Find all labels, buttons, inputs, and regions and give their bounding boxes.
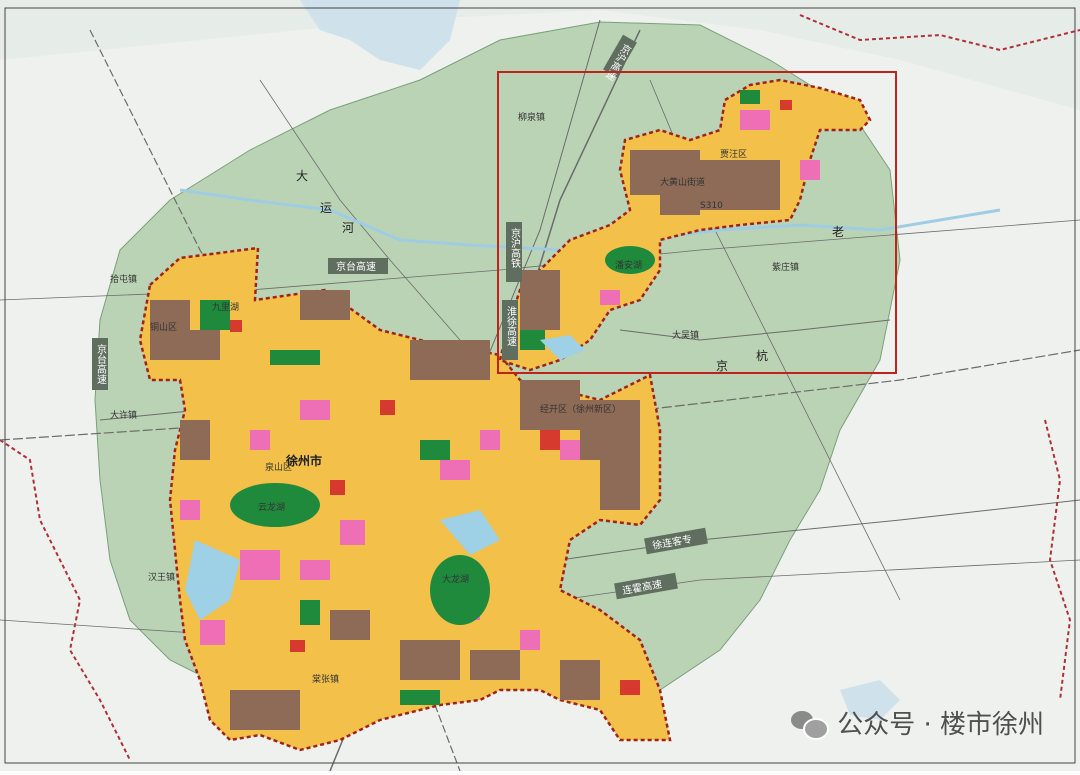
label-yunlong-lake: 云龙湖: [258, 501, 285, 513]
canal-char-2: 运: [320, 201, 332, 215]
label-tongshan: 铜山区: [150, 321, 177, 333]
map-canvas: 徐州市 云龙湖 大龙湖 潘安湖 九里湖 泉山区 铜山区 贾汪区 经开区（徐州新区…: [0, 0, 1080, 772]
label-kaifa: 经开区（徐州新区）: [540, 403, 621, 415]
badge-jingtai-h: 京台高速: [328, 258, 388, 274]
label-dalong-lake: 大龙湖: [442, 573, 469, 585]
planning-map: 徐州市 云龙湖 大龙湖 潘安湖 九里湖 泉山区 铜山区 贾汪区 经开区（徐州新区…: [0, 0, 1080, 772]
label-quanshan: 泉山区: [265, 461, 292, 473]
canal-char-6: 京: [716, 359, 728, 373]
svg-text:京沪高铁: 京沪高铁: [509, 227, 521, 269]
watermark: 公众号 · 楼市徐州: [791, 704, 1044, 741]
label-dawu: 大吴镇: [672, 329, 699, 341]
canal-char-5: 杭: [756, 348, 768, 363]
svg-text:淮徐高速: 淮徐高速: [505, 306, 517, 346]
badge-jingtai-v: 京台高速: [92, 338, 108, 390]
watermark-text: 公众号 · 楼市徐州: [837, 710, 1044, 740]
label-jiawang: 贾汪区: [720, 149, 747, 160]
label-hanwang: 汉王镇: [148, 571, 175, 583]
wechat-icon: [791, 708, 830, 740]
label-ziyuan: 紫庄镇: [772, 261, 799, 273]
label-tangzhang: 棠张镇: [312, 673, 339, 685]
label-s310: S310: [700, 201, 723, 211]
canal-char-4: 老: [832, 225, 844, 239]
svg-text:京台高速: 京台高速: [336, 260, 376, 273]
label-xiaozhuang: 拾屯镇: [110, 273, 137, 285]
svg-text:京台高速: 京台高速: [95, 343, 107, 384]
label-jiuli-lake: 九里湖: [212, 302, 239, 313]
badge-jinghu: 京沪高铁: [506, 222, 522, 282]
canal-char-1: 大: [296, 169, 308, 183]
label-daxu: 大许镇: [110, 409, 137, 421]
canal-char-3: 河: [342, 221, 354, 235]
label-liuji: 柳泉镇: [518, 111, 545, 123]
label-panan-lake: 潘安湖: [615, 259, 642, 271]
label-dahuangshan: 大黄山街道: [660, 176, 705, 188]
badge-huaixu: 淮徐高速: [502, 300, 518, 360]
